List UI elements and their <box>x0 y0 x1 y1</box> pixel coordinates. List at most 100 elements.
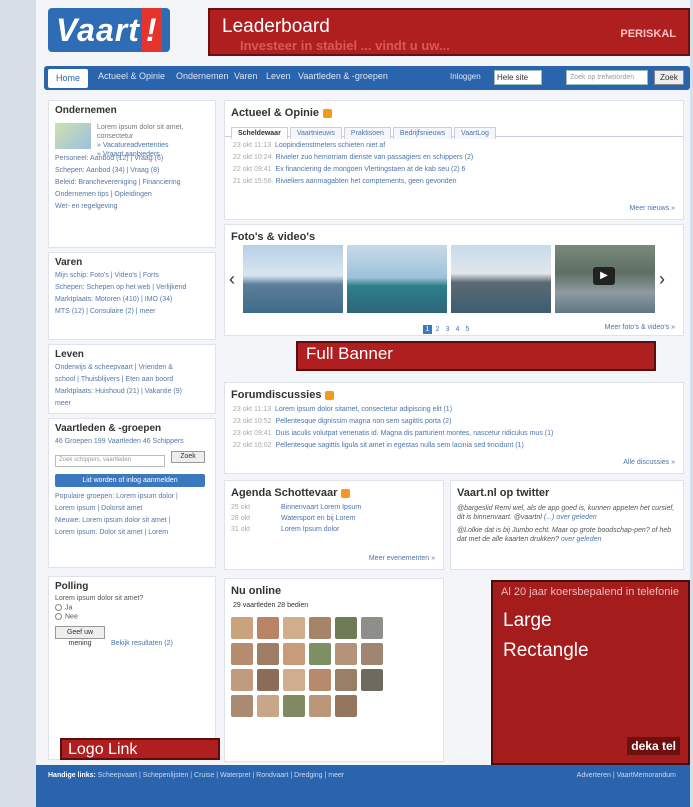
forum-item[interactable]: 22 okt 16:02 Pellentesque sagittis ligula… <box>225 440 683 452</box>
avatar[interactable] <box>309 669 331 691</box>
agenda-item[interactable]: 25 okt Binnenvaart Lorem Ipsum <box>225 502 443 513</box>
leven-row[interactable]: Marktplaats: Huishoud (21) | Vakantie (9… <box>49 386 215 398</box>
forum-item[interactable]: 23 okt 09:41 Duis iaculis volutpat venena… <box>225 428 683 440</box>
forum-item[interactable]: 23 okt 10:52 Pellentesque dignissim magna… <box>225 416 683 428</box>
avatar[interactable] <box>335 617 357 639</box>
avatar[interactable] <box>283 669 305 691</box>
logo-link-ad[interactable]: Logo Link <box>60 738 220 760</box>
avatar[interactable] <box>361 643 383 665</box>
poll-submit-button[interactable]: Geef uw mening <box>55 625 105 647</box>
more-news-link[interactable]: Meer nieuws » <box>629 205 675 212</box>
ondernemen-row[interactable]: Schepen: Aanbod (34) | Vraag (8) <box>49 165 217 177</box>
ondernemen-row[interactable]: Beleid: Branchevereniging | Financiering <box>49 177 217 189</box>
agenda-item[interactable]: 28 okt Watersport en bij Lorem <box>225 513 443 524</box>
pager-page[interactable]: 3 <box>443 325 452 334</box>
nav-home[interactable]: Home <box>48 69 88 88</box>
avatar[interactable] <box>231 643 253 665</box>
ondernemen-row[interactable]: Personeel: Aanbod (12) | Vraag (6) <box>49 153 217 165</box>
avatar[interactable] <box>231 617 253 639</box>
video-thumbnail[interactable]: ▶ <box>555 245 655 313</box>
map-thumbnail[interactable] <box>55 123 91 149</box>
avatar[interactable] <box>283 617 305 639</box>
tab-scheldewaar[interactable]: Scheldewaar <box>231 127 288 139</box>
leven-row[interactable]: meer <box>49 398 215 410</box>
footer-right-links[interactable]: Adverteren | VaartMemorandum <box>577 772 676 779</box>
group-row[interactable]: Populaire groepen: Lorem ipsum dolor | <box>49 491 215 503</box>
news-item[interactable]: 22 okt 10:24 Rivieler zuo hemorriam diens… <box>225 152 683 164</box>
avatar[interactable] <box>283 643 305 665</box>
ondernemen-link-vacatures[interactable]: » Vacatureadvertenties <box>97 141 209 150</box>
varen-row[interactable]: Marktplaats: Motoren (410) | IMO (34) <box>49 294 215 306</box>
tab-praktisoen[interactable]: Praktisoen <box>343 127 391 139</box>
group-row[interactable]: Lorem ipsum. Dolor sit amet | Lorem <box>49 527 215 539</box>
member-search-button[interactable]: Zoek <box>171 451 205 463</box>
pager-page[interactable]: 1 <box>423 325 432 334</box>
avatar[interactable] <box>231 669 253 691</box>
ondernemen-row[interactable]: Ondernemen tips | Opleidingen <box>49 189 217 201</box>
more-photos-link[interactable]: Meer foto's & video's » <box>605 324 675 331</box>
pager-page[interactable]: 2 <box>433 325 442 334</box>
full-banner-ad[interactable]: Full Banner <box>296 341 656 371</box>
nav-varen[interactable]: Varen <box>234 71 257 81</box>
agenda-item[interactable]: 31 okt Lorem Ipsum dolor <box>225 524 443 535</box>
avatar[interactable] <box>309 643 331 665</box>
avatar[interactable] <box>335 643 357 665</box>
large-rectangle-ad[interactable]: Al 20 jaar koersbepalend in telefonie La… <box>491 580 690 765</box>
pager-page[interactable]: 4 <box>453 325 462 334</box>
tab-vaartlog[interactable]: VaartLog <box>454 127 496 139</box>
avatar[interactable] <box>257 617 279 639</box>
rss-icon[interactable] <box>325 390 335 400</box>
nav-leven[interactable]: Leven <box>266 71 291 81</box>
avatar[interactable] <box>361 617 383 639</box>
avatar[interactable] <box>309 617 331 639</box>
photo-thumbnail[interactable] <box>243 245 343 313</box>
poll-option-nee[interactable]: Nee <box>49 612 215 621</box>
search-button[interactable]: Zoek <box>654 70 684 85</box>
rss-icon[interactable] <box>323 108 333 118</box>
tweet[interactable]: @bargeslid Remi wel, als de app goed is,… <box>451 502 683 524</box>
pager-page[interactable]: 5 <box>463 325 472 334</box>
footer-links-list[interactable]: Scheepvaart | Schepenlijsten | Cruise | … <box>98 772 344 779</box>
leaderboard-ad[interactable]: Leaderboard Investeer in stabiel ... vin… <box>208 8 690 56</box>
all-discussions-link[interactable]: Alle discussies » <box>623 459 675 466</box>
avatar[interactable] <box>257 695 279 717</box>
nav-actueel[interactable]: Actueel & Opinie <box>98 71 165 81</box>
avatar[interactable] <box>361 669 383 691</box>
avatar[interactable] <box>257 643 279 665</box>
search-scope-select[interactable]: Hele site <box>494 70 542 85</box>
news-item[interactable]: 21 okt 15:56 Rivieliers aanmagabten het c… <box>225 176 683 188</box>
nav-ondernemen[interactable]: Ondernemen <box>176 71 229 81</box>
varen-row[interactable]: Mijn schip: Foto's | Video's | Forts <box>49 270 215 282</box>
avatar[interactable] <box>335 669 357 691</box>
chevron-left-icon[interactable]: ‹ <box>229 269 235 290</box>
news-item[interactable]: 23 okt 11:13 Loopindienstmeters schieten … <box>225 140 683 152</box>
avatar[interactable] <box>283 695 305 717</box>
join-button[interactable]: Lid worden of inlog aanmelden <box>55 474 205 487</box>
avatar[interactable] <box>231 695 253 717</box>
tab-bedrijfsnieuws[interactable]: Bedrijfsnieuws <box>392 127 453 139</box>
group-row[interactable]: Nieuwe: Lorem ipsum dolor sit amet | <box>49 515 215 527</box>
tab-vaartnieuws[interactable]: Vaartnieuws <box>289 127 342 139</box>
forum-item[interactable]: 23 okt 11:13 Lorem ipsum dolor sitamet, c… <box>225 404 683 416</box>
photo-thumbnail[interactable] <box>347 245 447 313</box>
search-input[interactable]: Zoek op trefwoorden <box>566 70 648 85</box>
tweet[interactable]: @Lolkie dat is bij Jumbo echt. Maar op g… <box>451 524 683 546</box>
login-link[interactable]: Inloggen <box>450 72 481 81</box>
vaartleden-counts[interactable]: 46 Groepen 199 Vaartleden 46 Schippers <box>49 436 215 448</box>
nav-vaartleden[interactable]: Vaartleden & -groepen <box>298 71 388 81</box>
radio-icon[interactable] <box>55 613 62 621</box>
photo-thumbnail[interactable] <box>451 245 551 313</box>
site-logo[interactable]: Vaart! <box>48 8 170 52</box>
leven-row[interactable]: school | Thuisblijvers | Eten aan boord <box>49 374 215 386</box>
more-events-link[interactable]: Meer evenementen » <box>369 555 435 562</box>
varen-row[interactable]: Schepen: Schepen op het web | Verlijkend <box>49 282 215 294</box>
avatar[interactable] <box>309 695 331 717</box>
poll-option-ja[interactable]: Ja <box>49 603 215 612</box>
chevron-right-icon[interactable]: › <box>659 269 665 290</box>
news-item[interactable]: 22 okt 09:41 Ex financiering de mongoen V… <box>225 164 683 176</box>
varen-row[interactable]: MTS (12) | Consulaire (2) | meer <box>49 306 215 318</box>
ondernemen-row[interactable]: Wet- en regelgeving <box>49 201 217 213</box>
rss-icon[interactable] <box>341 488 351 498</box>
leven-row[interactable]: Onderwijs & scheepvaart | Vrienden & <box>49 362 215 374</box>
radio-icon[interactable] <box>55 604 62 611</box>
